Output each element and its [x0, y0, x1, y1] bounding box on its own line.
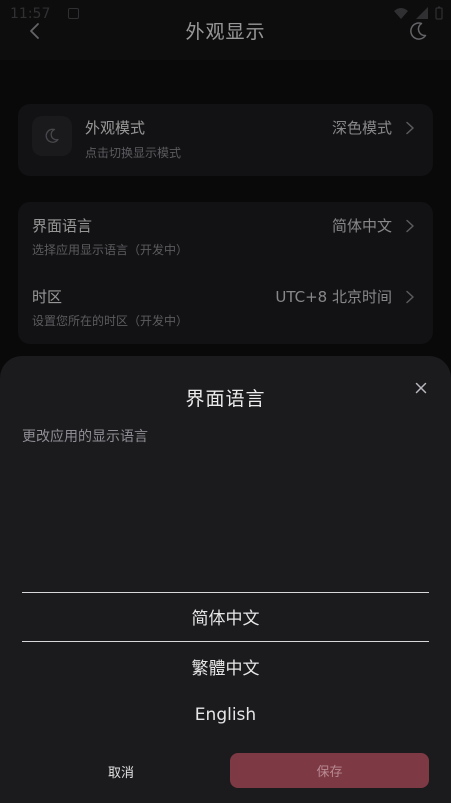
- close-button[interactable]: [409, 376, 433, 400]
- sheet-description: 更改应用的显示语言: [22, 429, 148, 445]
- screen: 外观显示 11:57 外观模式 点击切换显示模式 深色模式 界面语言 选择应用显…: [0, 0, 451, 803]
- language-bottom-sheet: 界面语言 更改应用的显示语言 简体中文 繁體中文 English 取消 保存: [0, 356, 451, 803]
- picker-option-english[interactable]: English: [22, 705, 429, 725]
- sheet-title: 界面语言: [185, 388, 266, 410]
- save-button[interactable]: 保存: [230, 753, 429, 788]
- close-icon: [415, 382, 427, 394]
- language-picker[interactable]: 简体中文 繁體中文 English: [22, 566, 429, 746]
- cancel-button[interactable]: 取消: [22, 754, 220, 788]
- picker-selection-line-bottom: [22, 641, 429, 642]
- picker-selection-line-top: [22, 592, 429, 593]
- picker-option-traditional-chinese[interactable]: 繁體中文: [22, 654, 429, 679]
- picker-option-simplified-chinese[interactable]: 简体中文: [22, 604, 429, 629]
